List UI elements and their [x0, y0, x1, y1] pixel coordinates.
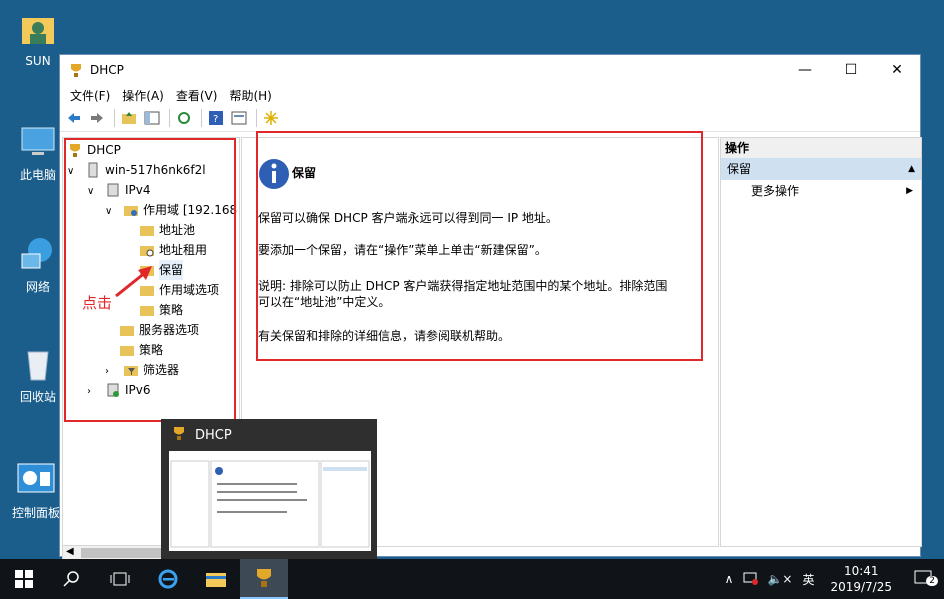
folder-icon: [206, 573, 226, 587]
network-status-icon[interactable]: [739, 571, 763, 588]
up-folder-icon[interactable]: [119, 108, 139, 128]
taskbar-preview[interactable]: DHCP: [161, 419, 377, 559]
control-panel-icon: [16, 460, 56, 500]
task-view-button[interactable]: [96, 559, 144, 599]
collapse-caret-icon[interactable]: ▲: [908, 158, 915, 180]
submenu-arrow-icon: ▶: [906, 186, 913, 196]
show-hidden-icons-chevron-icon[interactable]: ∧: [719, 572, 740, 586]
toolbar-divider: [201, 109, 202, 127]
show-hide-tree-icon[interactable]: [142, 108, 162, 128]
scroll-left-arrow-icon[interactable]: ◀: [66, 546, 74, 557]
clock[interactable]: 10:41 2019/7/25: [820, 563, 902, 595]
minimize-button[interactable]: —: [782, 55, 828, 85]
help-icon[interactable]: ?: [206, 108, 226, 128]
properties-icon[interactable]: [229, 108, 249, 128]
dhcp-trophy-icon: [68, 62, 84, 78]
toolbar-divider: [169, 109, 170, 127]
more-actions-label: 更多操作: [751, 184, 800, 198]
user-folder-icon: [18, 10, 58, 50]
search-button[interactable]: [48, 559, 96, 599]
ime-indicator[interactable]: 英: [796, 571, 820, 588]
internet-explorer-icon: [158, 569, 178, 589]
actions-header: 操作: [721, 138, 921, 158]
title-bar[interactable]: DHCP — ☐ ✕: [60, 55, 920, 85]
menu-bar: 文件(F) 操作(A) 查看(V) 帮助(H): [60, 85, 920, 105]
menu-help[interactable]: 帮助(H): [223, 87, 277, 104]
search-icon: [63, 571, 79, 587]
scroll-thumb[interactable]: [81, 548, 161, 558]
highlight-box-content: [256, 131, 703, 361]
actions-section-label: 保留: [727, 162, 752, 176]
windows-logo-icon: [15, 570, 33, 588]
annotation-label: 点击: [82, 294, 113, 312]
preview-thumbnail[interactable]: [169, 451, 371, 551]
recycle-bin-icon: [18, 344, 58, 384]
back-arrow-icon[interactable]: [64, 108, 84, 128]
notification-center-button[interactable]: 2: [902, 570, 944, 589]
forward-arrow-icon[interactable]: [87, 108, 107, 128]
dhcp-taskbar-button[interactable]: [240, 559, 288, 599]
toolbar-divider: [256, 109, 257, 127]
preview-title: DHCP: [195, 427, 232, 443]
internet-explorer-button[interactable]: [144, 559, 192, 599]
dhcp-trophy-icon: [257, 569, 271, 587]
clock-time: 10:41: [843, 564, 879, 578]
volume-muted-icon[interactable]: 🔈×: [763, 572, 796, 586]
svg-text:?: ?: [213, 114, 218, 125]
window-title: DHCP: [90, 63, 124, 77]
notification-count-badge: 2: [926, 575, 938, 586]
task-view-icon: [110, 572, 130, 586]
more-actions-item[interactable]: 更多操作 ▶: [721, 180, 921, 202]
taskbar: ∧ 🔈× 英 10:41 2019/7/25 2: [0, 559, 944, 599]
menu-view[interactable]: 查看(V): [170, 87, 224, 104]
dhcp-trophy-icon: [171, 425, 187, 445]
computer-icon: [18, 122, 58, 162]
menu-file[interactable]: 文件(F): [64, 87, 116, 104]
start-button[interactable]: [0, 559, 48, 599]
clock-date: 2019/7/25: [830, 580, 892, 594]
file-explorer-button[interactable]: [192, 559, 240, 599]
maximize-button[interactable]: ☐: [828, 55, 874, 85]
close-button[interactable]: ✕: [874, 55, 920, 85]
menu-action[interactable]: 操作(A): [116, 87, 170, 104]
actions-pane: 操作 保留 ▲ 更多操作 ▶: [720, 137, 922, 547]
desktop-icon-label: 控制面板: [11, 506, 60, 520]
toolbar-divider: [114, 109, 115, 127]
refresh-icon[interactable]: [174, 108, 194, 128]
toolbar: ?: [60, 105, 920, 132]
actions-section[interactable]: 保留 ▲: [721, 158, 921, 180]
annotation-arrow-icon: [115, 266, 152, 298]
star-burst-icon[interactable]: [261, 108, 281, 128]
desktop-icon-control-panel[interactable]: 控制面板: [6, 460, 66, 521]
network-icon: [18, 234, 58, 274]
system-tray: ∧ 🔈× 英 10:41 2019/7/25 2: [719, 559, 944, 599]
